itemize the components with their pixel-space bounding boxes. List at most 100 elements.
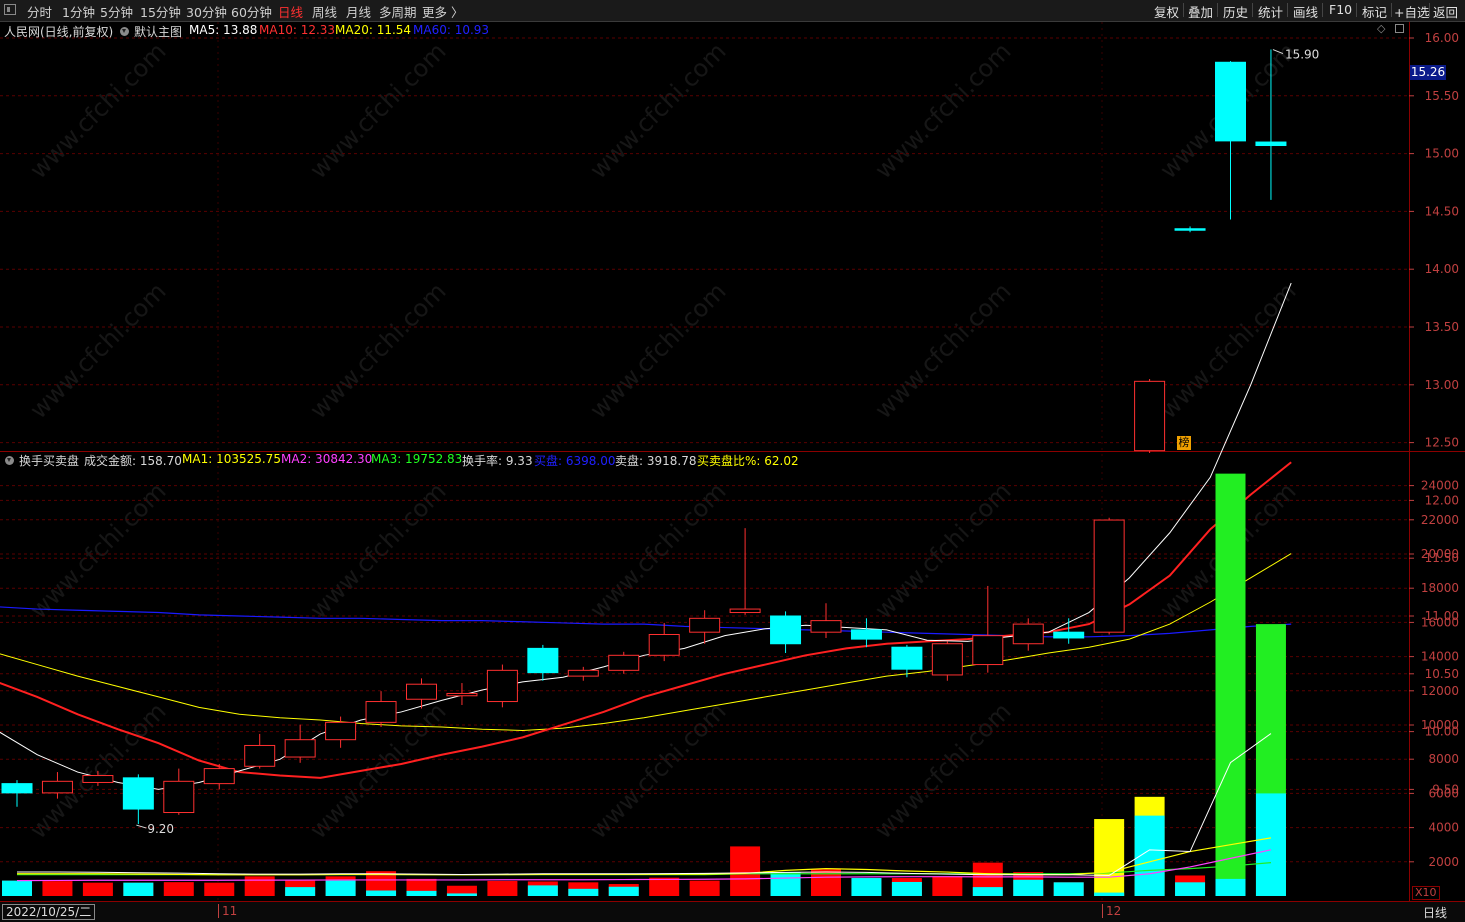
- volume-buy-bar-29: [1175, 882, 1206, 896]
- volume-total-bar-27: [1094, 819, 1125, 896]
- main-tick-label-8: 13.50: [1425, 320, 1459, 334]
- volume-total-bar-2: [82, 882, 113, 896]
- candle-body-1: [41, 780, 73, 794]
- main-tick-label-7: 13.00: [1425, 378, 1459, 392]
- rank-badge[interactable]: 榜: [1177, 436, 1191, 450]
- volume-total-bar-16: [649, 877, 680, 896]
- volume-buy-bar-9: [366, 890, 397, 896]
- volume-buy-bar-31: [1255, 793, 1286, 896]
- candle-body-26: [1053, 631, 1085, 639]
- candle-body-15: [608, 654, 640, 671]
- watermark-11: www.cfchi.com: [304, 477, 451, 624]
- volume-buy-bar-27: [1094, 892, 1125, 896]
- candle-body-22: [891, 646, 923, 670]
- candle-body-21: [850, 629, 882, 640]
- candle-body-19: [770, 615, 802, 645]
- volume-buy-bar-3: [123, 882, 154, 896]
- sub-tick-label-2: 6000: [1428, 786, 1459, 800]
- volume-buy-bar-10: [406, 890, 437, 896]
- volume-total-bar-4: [163, 882, 194, 896]
- candle-body-13: [527, 647, 559, 674]
- candle-body-4: [163, 780, 195, 814]
- main-tick-label-5: 12.00: [1425, 493, 1459, 507]
- main-tick-label-12: 15.50: [1425, 89, 1459, 103]
- watermark-10: www.cfchi.com: [24, 477, 171, 624]
- high-label: 15.90: [1285, 48, 1319, 62]
- candle-body-3: [122, 777, 154, 810]
- main-tick-label-10: 14.50: [1425, 204, 1459, 218]
- sub-tick-label-8: 18000: [1421, 581, 1459, 595]
- start-date-label: 2022/10/25/二: [2, 904, 96, 920]
- volume-buy-bar-7: [285, 887, 316, 896]
- watermark-18: www.cfchi.com: [869, 697, 1016, 844]
- candle-body-7: [284, 739, 316, 758]
- candle-body-20: [810, 620, 842, 633]
- volume-buy-bar-21: [851, 878, 882, 896]
- volume-buy-bar-15: [608, 886, 639, 896]
- main-tick-label-13: 16.00: [1425, 31, 1459, 45]
- watermark-7: www.cfchi.com: [584, 277, 731, 424]
- sub-tick-label-0: 2000: [1428, 855, 1459, 869]
- main-tick-label-6: 12.50: [1425, 436, 1459, 450]
- candle-body-31: [1255, 141, 1287, 147]
- candle-body-29: [1174, 228, 1206, 231]
- candle-body-2: [82, 775, 114, 783]
- chart-canvas[interactable]: www.cfchi.com www.cfchi.com www.cfchi.com w…: [0, 0, 1465, 921]
- candle-body-10: [406, 683, 437, 700]
- volume-total-bar-6: [244, 876, 275, 896]
- volume-total-bar-17: [689, 880, 720, 896]
- watermark-0: www.cfchi.com: [24, 37, 171, 184]
- volume-total-bar-30: [1215, 473, 1246, 896]
- sub-tick-label-6: 14000: [1421, 650, 1459, 664]
- candle-body-25: [1012, 623, 1044, 645]
- volume-total-bar-12: [487, 880, 518, 896]
- volume-buy-bar-8: [325, 880, 356, 896]
- candle-body-17: [689, 617, 721, 633]
- main-tick-label-11: 15.00: [1425, 147, 1459, 161]
- volume-buy-bar-30: [1215, 878, 1246, 896]
- volume-buy-bar-0: [2, 880, 32, 896]
- watermark-1: www.cfchi.com: [304, 37, 451, 184]
- volume-ma1-line: [17, 837, 1272, 876]
- candle-body-14: [567, 669, 599, 677]
- sub-tick-label-3: 8000: [1428, 752, 1459, 766]
- sub-tick-label-1: 4000: [1428, 821, 1459, 835]
- sub-tick-label-5: 12000: [1421, 684, 1459, 698]
- sub-tick-label-9: 20000: [1421, 547, 1459, 561]
- month-label-11: 11: [218, 904, 237, 918]
- volume-total-bar-18: [730, 846, 761, 896]
- main-tick-label-2: 10.50: [1425, 667, 1459, 681]
- volume-scale-label: X10: [1412, 886, 1440, 900]
- period-label[interactable]: 日线: [1423, 904, 1447, 921]
- watermark-12: www.cfchi.com: [584, 477, 731, 624]
- candle-body-8: [325, 721, 357, 741]
- sub-tick-label-10: 22000: [1421, 513, 1459, 527]
- sub-tick-label-4: 10000: [1421, 718, 1459, 732]
- volume-amount-line: [17, 733, 1272, 876]
- volume-buy-bar-26: [1053, 882, 1084, 896]
- sub-tick-label-11: 24000: [1421, 479, 1459, 493]
- volume-total-bar-23: [932, 876, 963, 896]
- watermark-17: www.cfchi.com: [584, 697, 731, 844]
- volume-buy-bar-13: [527, 885, 558, 896]
- candle-body-6: [244, 744, 276, 767]
- watermark-9: www.cfchi.com: [1154, 277, 1301, 424]
- volume-buy-bar-11: [446, 893, 477, 896]
- candle-body-0: [1, 783, 33, 794]
- volume-buy-bar-22: [891, 881, 922, 896]
- candle-body-28: [1134, 380, 1166, 452]
- watermark-6: www.cfchi.com: [304, 277, 451, 424]
- volume-total-bar-1: [42, 881, 73, 896]
- main-tick-label-9: 14.00: [1425, 262, 1459, 276]
- candle-body-30: [1215, 61, 1246, 142]
- watermark-2: www.cfchi.com: [584, 37, 731, 184]
- candle-body-5: [203, 768, 235, 785]
- date-axis-bar: 2022/10/25/二 11 12 日线: [0, 901, 1465, 922]
- watermark-13: www.cfchi.com: [869, 477, 1016, 624]
- volume-ma2-line: [16, 849, 1272, 882]
- month-label-12: 12: [1102, 904, 1121, 918]
- volume-ma3-line: [17, 862, 1272, 876]
- volume-buy-bar-28: [1134, 815, 1165, 896]
- candle-body-23: [931, 643, 963, 676]
- low-label: 9.20: [147, 822, 174, 836]
